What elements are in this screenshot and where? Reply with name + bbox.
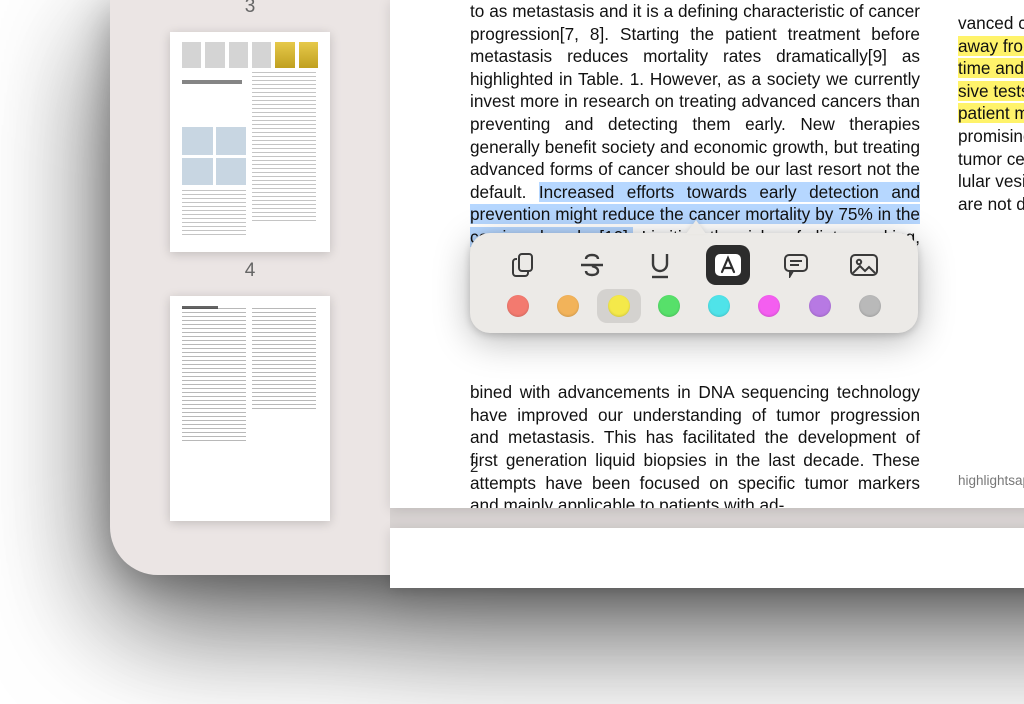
annotation-popover [470,233,918,333]
color-swatch-yellow[interactable] [597,289,641,323]
color-row [490,288,898,325]
copy-icon [511,251,537,279]
page-number: 2 [470,459,478,476]
page-footer: highlightsapp.net [958,473,1024,488]
underline-tool[interactable] [638,245,682,285]
highlighted-text[interactable]: away from [958,36,1024,56]
document-page[interactable]: to as metastasis and it is a defining ch… [390,0,1024,508]
comment-tool[interactable] [774,245,818,285]
page-thumbnail-4[interactable] [170,32,330,252]
color-swatch-pink[interactable] [747,289,791,323]
thumbnail-sidebar: 3 4 [110,0,390,575]
highlighted-text[interactable]: patient m [958,103,1024,123]
text-column-right[interactable]: vanced ca away from time and sive tests … [958,12,1024,508]
highlight-icon [713,252,743,278]
color-swatch-orange[interactable] [546,289,590,323]
page-number-label: 4 [130,260,370,282]
image-tool[interactable] [842,245,886,285]
body-text[interactable]: promising tumor cell lular vesic are not… [958,126,1024,214]
strikethrough-tool[interactable] [570,245,614,285]
tool-row [490,243,898,288]
highlighted-text[interactable]: time and [958,58,1024,78]
underline-icon [647,251,673,279]
strikethrough-icon [578,252,606,278]
highlight-tool[interactable] [706,245,750,285]
body-text[interactable]: bined with advancements in DNA sequencin… [470,382,920,508]
color-swatch-green[interactable] [647,289,691,323]
document-viewport[interactable]: to as metastasis and it is a defining ch… [390,0,1024,575]
color-swatch-grey[interactable] [848,289,892,323]
body-text[interactable]: vanced ca [958,13,1024,33]
color-swatch-cyan[interactable] [697,289,741,323]
body-text[interactable]: to as metastasis and it is a defining ch… [470,1,920,202]
color-swatch-red[interactable] [496,289,540,323]
comment-icon [782,252,810,278]
next-page-peek[interactable] [390,528,1024,588]
color-swatch-purple[interactable] [798,289,842,323]
app-window: 3 4 to as metastasis and it is a definin… [110,0,1024,575]
image-icon [849,253,879,277]
page-number-label: 3 [130,0,370,18]
popover-arrow [686,220,706,234]
highlighted-text[interactable]: sive tests [958,81,1024,101]
copy-tool[interactable] [502,245,546,285]
page-thumbnail-5[interactable] [170,296,330,521]
